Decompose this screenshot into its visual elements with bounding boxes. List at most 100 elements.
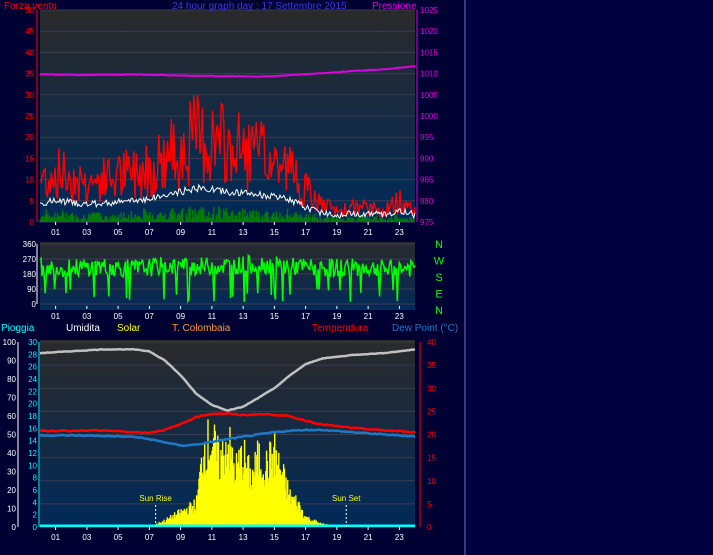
chart-title: 24 hour graph day : 17 Settembre 2015	[172, 1, 347, 12]
wind-x-tick-label: 17	[301, 228, 310, 237]
rain-rate-y-tick-label: 12	[28, 449, 37, 458]
wind-y-tick-label: 20	[25, 133, 34, 142]
climate-x-tick-label: 21	[364, 533, 373, 542]
direction-y-tick-label: 270	[23, 255, 37, 264]
climate-x-tick-label: 09	[176, 533, 185, 542]
wind-axis-title: Forza vento	[4, 1, 57, 12]
compass-label: S	[435, 272, 442, 284]
temperature-y-tick-label: 40	[427, 338, 436, 347]
legend-humidity: Umidita	[66, 323, 100, 334]
rain-rate-y-tick-label: 8	[33, 474, 38, 483]
wind-y-tick-label: 45	[25, 27, 34, 36]
legend-rain: Pioggia	[1, 323, 35, 334]
legend-solar: Solar	[117, 323, 141, 334]
climate-x-tick-label: 23	[395, 533, 404, 542]
temperature-y-tick-label: 5	[427, 500, 432, 509]
climate-x-tick-label: 05	[114, 533, 123, 542]
temperature-y-tick-label: 30	[427, 384, 436, 393]
temperature-y-tick-label: 10	[427, 477, 436, 486]
wind-x-tick-label: 11	[208, 228, 217, 237]
rain-y-tick-label: 20	[7, 486, 16, 495]
wind-y-tick-label: 35	[25, 70, 34, 79]
pressure-y-tick-label: 1015	[420, 48, 438, 57]
climate-x-tick-label: 11	[208, 533, 217, 542]
wind-x-tick-label: 15	[270, 228, 279, 237]
direction-y-tick-label: 90	[27, 285, 36, 294]
wind-y-tick-label: 30	[25, 91, 34, 100]
rain-rate-y-tick-label: 6	[33, 486, 38, 495]
wind-y-tick-label: 5	[30, 197, 35, 206]
rain-rate-y-tick-label: 4	[33, 498, 38, 507]
rain-rate-y-tick-label: 16	[28, 424, 37, 433]
direction-x-tick-label: 21	[364, 312, 373, 321]
legend-dew-point: Dew Point (°C)	[392, 323, 458, 334]
rain-rate-y-tick-label: 28	[28, 350, 37, 359]
compass-label: N	[435, 239, 443, 251]
rain-y-tick-label: 70	[7, 394, 16, 403]
rain-rate-y-tick-label: 2	[33, 511, 38, 520]
direction-x-tick-label: 13	[239, 312, 248, 321]
wind-y-tick-label: 25	[25, 112, 34, 121]
rain-rate-y-tick-label: 0	[33, 523, 38, 532]
direction-x-tick-label: 07	[145, 312, 154, 321]
direction-x-tick-label: 03	[82, 312, 91, 321]
pressure-y-tick-label: 985	[420, 176, 434, 185]
wind-x-tick-label: 01	[51, 228, 60, 237]
wind-x-tick-label: 19	[332, 228, 341, 237]
wind-x-tick-label: 23	[395, 228, 404, 237]
pressure-y-tick-label: 1000	[420, 112, 438, 121]
direction-y-tick-label: 0	[32, 300, 37, 309]
direction-x-tick-label: 17	[301, 312, 310, 321]
direction-plot-area	[40, 242, 415, 310]
climate-x-tick-label: 17	[301, 533, 310, 542]
pressure-y-tick-label: 975	[420, 218, 434, 227]
wind-x-tick-label: 21	[364, 228, 373, 237]
pressure-y-tick-label: 990	[420, 154, 434, 163]
legend-temperature: Temperatura	[312, 323, 369, 334]
rain-y-tick-label: 0	[12, 523, 17, 532]
compass-label: W	[434, 256, 445, 268]
pressure-y-tick-label: 1025	[420, 6, 438, 15]
climate-x-tick-label: 03	[82, 533, 91, 542]
temperature-y-tick-label: 0	[427, 523, 432, 532]
rain-rate-y-tick-label: 10	[28, 461, 37, 470]
rain-y-tick-label: 50	[7, 431, 16, 440]
wind-y-tick-label: 0	[30, 218, 35, 227]
pressure-y-tick-label: 995	[420, 133, 434, 142]
rain-y-tick-label: 10	[7, 505, 16, 514]
wind-x-tick-label: 09	[176, 228, 185, 237]
climate-x-tick-label: 15	[270, 533, 279, 542]
direction-x-tick-label: 09	[176, 312, 185, 321]
rain-rate-y-tick-label: 20	[28, 400, 37, 409]
rain-y-tick-label: 30	[7, 468, 16, 477]
temperature-y-tick-label: 35	[427, 361, 436, 370]
pressure-y-tick-label: 1005	[420, 91, 438, 100]
temperature-y-tick-label: 20	[427, 431, 436, 440]
rain-rate-y-tick-label: 30	[28, 338, 37, 347]
rain-y-tick-label: 100	[3, 338, 17, 347]
direction-x-tick-label: 15	[270, 312, 279, 321]
direction-x-tick-label: 05	[114, 312, 123, 321]
wind-x-tick-label: 07	[145, 228, 154, 237]
direction-x-tick-label: 01	[51, 312, 60, 321]
temperature-y-tick-label: 15	[427, 454, 436, 463]
compass-label: E	[435, 289, 442, 301]
direction-y-tick-label: 180	[23, 270, 37, 279]
rain-y-tick-label: 80	[7, 375, 16, 384]
wind-x-tick-label: 05	[114, 228, 123, 237]
wind-y-tick-label: 15	[25, 154, 34, 163]
pressure-y-tick-label: 1020	[420, 27, 438, 36]
rain-y-tick-label: 60	[7, 412, 16, 421]
direction-x-tick-label: 11	[208, 312, 217, 321]
climate-x-tick-label: 07	[145, 533, 154, 542]
climate-x-tick-label: 01	[51, 533, 60, 542]
wind-x-tick-label: 13	[239, 228, 248, 237]
pressure-y-tick-label: 980	[420, 197, 434, 206]
rain-rate-y-tick-label: 24	[28, 375, 37, 384]
legend-t-colombaia: T. Colombaia	[172, 323, 231, 334]
rain-rate-y-tick-label: 22	[28, 387, 37, 396]
pressure-y-tick-label: 1010	[420, 70, 438, 79]
rain-rate-y-tick-label: 26	[28, 363, 37, 372]
climate-x-tick-label: 13	[239, 533, 248, 542]
compass-label: N	[435, 305, 443, 317]
